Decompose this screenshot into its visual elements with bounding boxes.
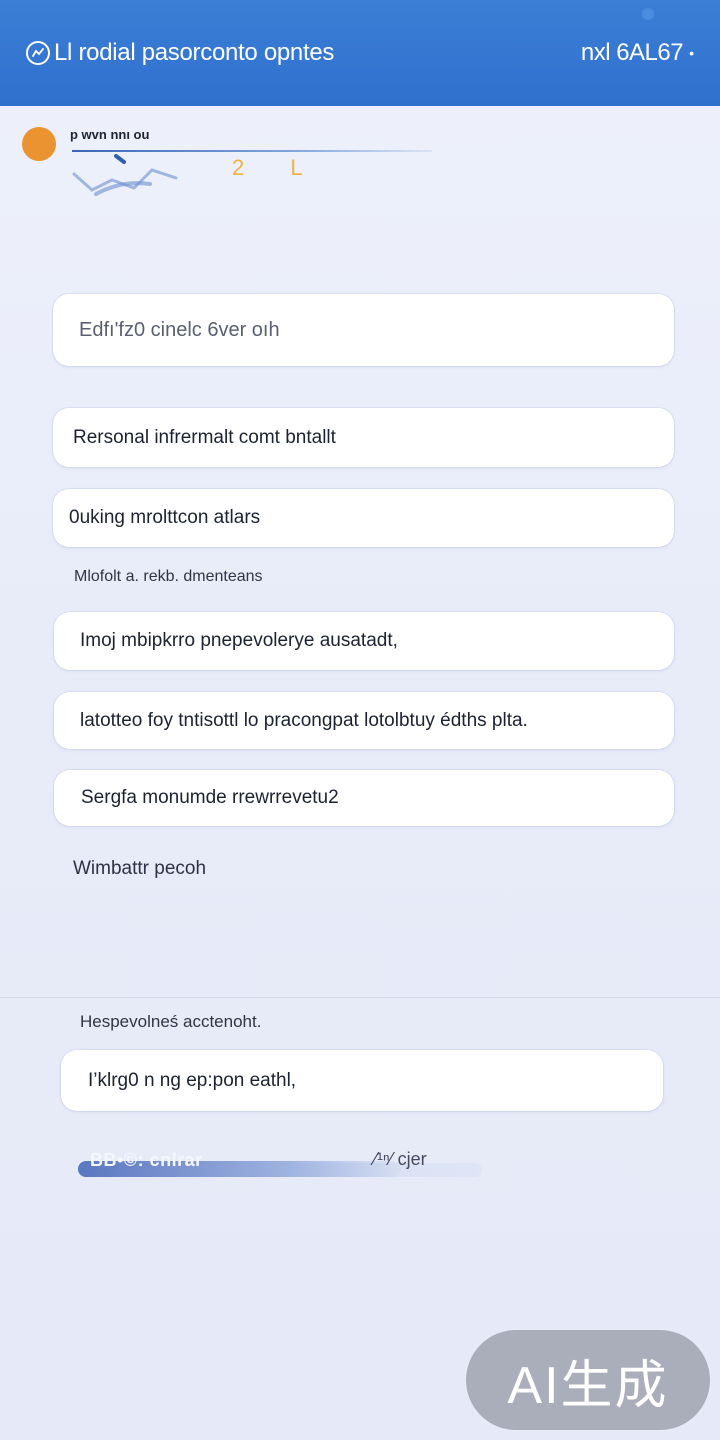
progress-left-label: BB•©: cnlrar bbox=[90, 1150, 203, 1170]
progress-right-label: ⁄¹ⁿ⁄ cjer bbox=[374, 1149, 427, 1169]
personal-info-label: Rersonal infrermalt comt bntallt bbox=[73, 426, 336, 448]
header-title: Ll rodial pasorconto opntes bbox=[54, 39, 335, 66]
option-item-2[interactable]: latotteo foy tntisottl lo pracongpat lot… bbox=[54, 692, 674, 749]
option-item-1[interactable]: Imoj mbipkrro pnepevolerye ausatadt, bbox=[54, 612, 674, 670]
section-divider bbox=[0, 997, 720, 998]
option-item-3-label: Sergfa monumde rrewrrevetu2 bbox=[81, 787, 339, 808]
edit-profile-card[interactable]: Edfı'fz0 cinelc 6ver oıh bbox=[53, 294, 674, 366]
header-version: nxl 6AL67 bbox=[580, 39, 684, 66]
app-header: Ll rodial pasorconto opntes nxl 6AL67 • bbox=[0, 0, 720, 106]
lower-option-label: I’klrg0 n ng ep:pon eathl, bbox=[88, 1069, 297, 1091]
profile-marks: 2 L bbox=[232, 155, 323, 180]
progress-bar: BB•©: cnlrar ⁄¹ⁿ⁄ cjer bbox=[78, 1149, 482, 1177]
lower-option-card[interactable]: I’klrg0 n ng ep:pon eathl, bbox=[61, 1050, 663, 1111]
footer-link[interactable]: Wimbattr pecoh bbox=[73, 858, 206, 880]
section-note: Mlofolt a. rekb. dmenteans bbox=[74, 568, 263, 585]
watermark-text: AI生成 bbox=[507, 1356, 669, 1415]
profile-name: p wvn nnı ou bbox=[70, 127, 150, 142]
watermark-badge: AI生成 bbox=[466, 1330, 710, 1430]
profile-sparkline-icon bbox=[72, 154, 178, 196]
header-version-suffix: • bbox=[689, 45, 694, 61]
avatar[interactable] bbox=[22, 127, 56, 161]
profile-summary[interactable]: p wvn nnı ou 2 L bbox=[22, 125, 442, 205]
app-logo-icon bbox=[26, 41, 50, 65]
linked-accounts-card[interactable]: 0uking mrolttcon atlars bbox=[53, 489, 674, 547]
option-item-2-label: latotteo foy tntisottl lo pracongpat lot… bbox=[80, 709, 528, 731]
option-item-3[interactable]: Sergfa monumde rrewrrevetu2 bbox=[54, 770, 674, 826]
edit-profile-label: Edfı'fz0 cinelc 6ver oıh bbox=[79, 318, 280, 341]
option-item-1-label: Imoj mbipkrro pnepevolerye ausatadt, bbox=[80, 630, 398, 651]
linked-accounts-label: 0uking mrolttcon atlars bbox=[69, 507, 261, 528]
personal-info-card[interactable]: Rersonal infrermalt comt bntallt bbox=[53, 408, 674, 467]
lower-section-label: Hespevolneś acctenoht. bbox=[80, 1012, 262, 1031]
status-dot-icon bbox=[642, 8, 654, 20]
